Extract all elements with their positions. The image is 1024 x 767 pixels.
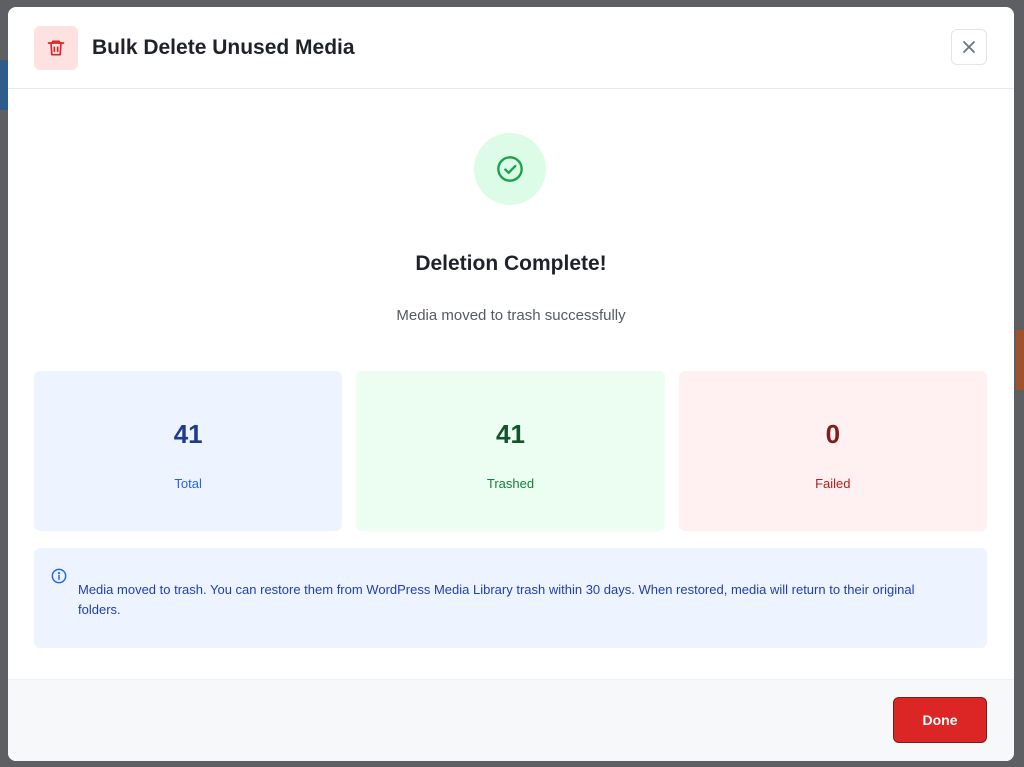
result-subtitle: Media moved to trash successfully [396,307,626,324]
stat-trashed-value: 41 [496,419,525,449]
info-text: Media moved to trash. You can restore th… [78,582,915,617]
done-button[interactable]: Done [893,697,987,743]
stat-total-value: 41 [173,419,203,449]
stat-card-total: 41 Total [34,371,343,531]
stat-total-label: Total [174,476,202,491]
check-circle-icon [497,156,523,182]
modal-header: Bulk Delete Unused Media [8,7,1014,89]
close-button[interactable] [951,29,987,65]
stat-card-failed: 0 Failed [678,371,987,531]
bulk-delete-modal: Bulk Delete Unused Media Deletion Comple… [8,7,1014,761]
trash-icon [34,25,78,70]
stat-failed-label: Failed [815,476,851,491]
modal-title: Bulk Delete Unused Media [92,35,355,59]
backdrop-left [0,60,8,110]
success-badge [474,133,546,205]
result-title: Deletion Complete! [415,252,607,275]
stat-trashed-label: Trashed [486,476,535,491]
info-notice: Media moved to trash. You can restore th… [34,548,987,648]
modal-footer: Done [8,679,1014,761]
info-icon [51,568,67,584]
modal-body: Deletion Complete! Media moved to trash … [8,89,1014,679]
backdrop-right [1016,330,1024,390]
close-icon [963,41,975,53]
stats-row: 41 Total 41 Trashed 0 Failed [34,371,987,531]
stat-failed-value: 0 [825,419,841,449]
stat-card-trashed: 41 Trashed [356,371,665,531]
